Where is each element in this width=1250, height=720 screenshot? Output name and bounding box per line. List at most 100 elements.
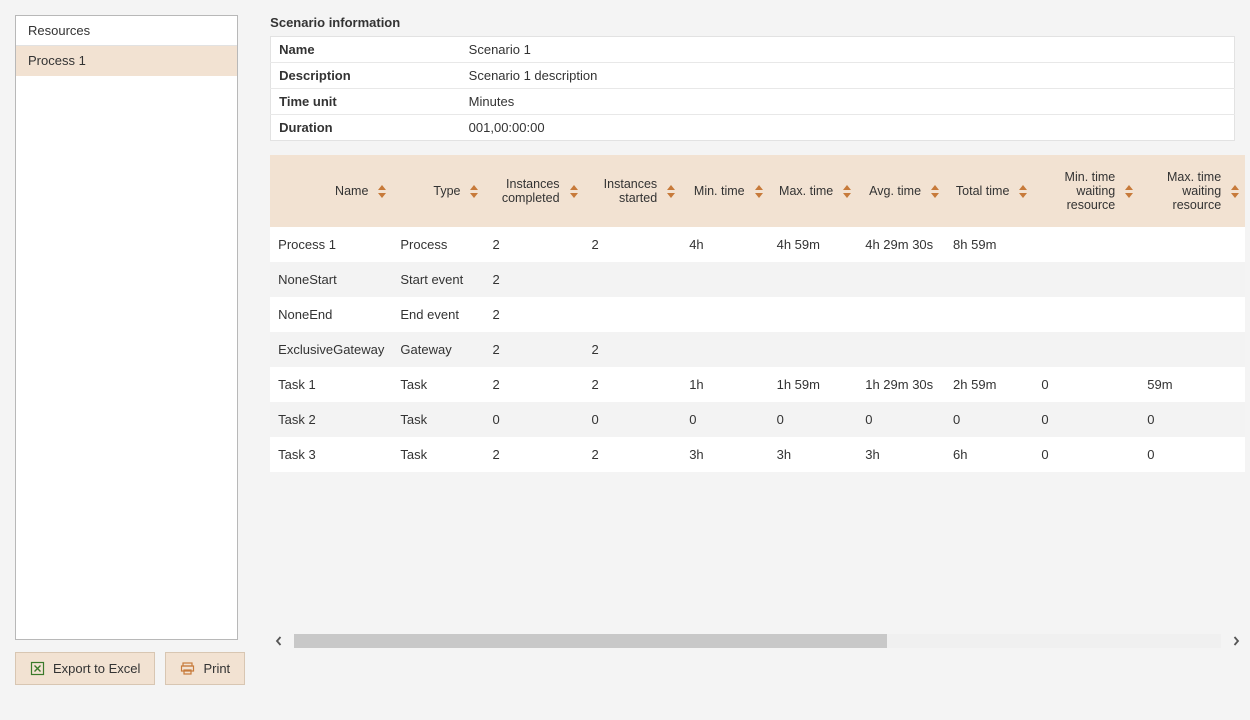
table-cell: Task 2 — [270, 402, 392, 437]
table-cell — [584, 262, 682, 297]
column-header[interactable]: Instances completed — [484, 155, 583, 227]
table-cell — [1139, 332, 1245, 367]
table-row: ExclusiveGatewayGateway22 — [270, 332, 1245, 367]
info-duration-value: 001,00:00:00 — [461, 115, 1235, 141]
table-cell: 2 — [484, 437, 583, 472]
export-button-label: Export to Excel — [53, 661, 140, 676]
sort-icon[interactable] — [1125, 185, 1133, 198]
sort-icon[interactable] — [570, 185, 578, 198]
table-cell — [857, 297, 945, 332]
sort-icon[interactable] — [470, 185, 478, 198]
table-cell — [1033, 262, 1139, 297]
table-cell: End event — [392, 297, 484, 332]
scroll-thumb[interactable] — [294, 634, 887, 648]
column-header[interactable]: Max. time waiting resource — [1139, 155, 1245, 227]
column-header-label: Instances completed — [490, 177, 559, 205]
column-header-label: Instances started — [590, 177, 658, 205]
table-cell: 0 — [1033, 367, 1139, 402]
table-cell — [945, 262, 1033, 297]
sort-icon[interactable] — [755, 185, 763, 198]
info-description-value: Scenario 1 description — [461, 63, 1235, 89]
table-cell — [769, 262, 858, 297]
scroll-track[interactable] — [294, 634, 1221, 648]
table-cell: 0 — [945, 402, 1033, 437]
bottom-buttons: Export to Excel Print — [15, 652, 245, 685]
column-header[interactable]: Name — [270, 155, 392, 227]
table-cell: 1h 29m 30s — [857, 367, 945, 402]
scroll-right-button[interactable] — [1227, 632, 1245, 650]
table-cell: 0 — [1139, 402, 1245, 437]
table-cell: 59m — [1139, 367, 1245, 402]
table-cell: Process — [392, 227, 484, 262]
table-row: NoneEndEnd event2 — [270, 297, 1245, 332]
column-header[interactable]: Type — [392, 155, 484, 227]
table-cell: NoneEnd — [270, 297, 392, 332]
table-cell: 0 — [1033, 402, 1139, 437]
sort-icon[interactable] — [843, 185, 851, 198]
table-row: Task 3Task223h3h3h6h00 — [270, 437, 1245, 472]
table-cell: 0 — [769, 402, 858, 437]
column-header-label: Type — [433, 184, 460, 198]
table-cell — [945, 297, 1033, 332]
table-cell: 2 — [484, 297, 583, 332]
table-cell: 1h — [681, 367, 768, 402]
column-header[interactable]: Total time — [945, 155, 1033, 227]
info-duration-label: Duration — [271, 115, 461, 141]
column-header[interactable]: Min. time — [681, 155, 768, 227]
table-cell — [681, 297, 768, 332]
table-row: Task 1Task221h1h 59m1h 29m 30s2h 59m059m — [270, 367, 1245, 402]
table-cell — [945, 332, 1033, 367]
print-button[interactable]: Print — [165, 652, 245, 685]
print-button-label: Print — [203, 661, 230, 676]
table-cell: 0 — [1033, 437, 1139, 472]
table-cell: 2h 59m — [945, 367, 1033, 402]
table-cell — [1033, 332, 1139, 367]
column-header[interactable]: Min. time waiting resource — [1033, 155, 1139, 227]
sort-icon[interactable] — [1231, 185, 1239, 198]
sort-icon[interactable] — [667, 185, 675, 198]
scroll-left-button[interactable] — [270, 632, 288, 650]
table-row: Task 2Task00000000 — [270, 402, 1245, 437]
export-to-excel-button[interactable]: Export to Excel — [15, 652, 155, 685]
table-cell: 6h — [945, 437, 1033, 472]
table-cell: 0 — [484, 402, 583, 437]
table-cell: 3h — [681, 437, 768, 472]
table-cell: 4h 59m — [769, 227, 858, 262]
column-header-label: Min. time — [694, 184, 745, 198]
table-cell — [681, 262, 768, 297]
table-cell: 2 — [484, 332, 583, 367]
section-title: Scenario information — [270, 15, 1235, 30]
sort-icon[interactable] — [931, 185, 939, 198]
table-cell — [769, 332, 858, 367]
table-row: NoneStartStart event2 — [270, 262, 1245, 297]
table-cell — [1033, 227, 1139, 262]
table-cell: 3h — [769, 437, 858, 472]
table-cell: 3h — [857, 437, 945, 472]
horizontal-scrollbar — [270, 632, 1245, 650]
sort-icon[interactable] — [1019, 185, 1027, 198]
column-header[interactable]: Avg. time — [857, 155, 945, 227]
column-header-label: Total time — [956, 184, 1010, 198]
table-cell — [681, 332, 768, 367]
sidebar-item-process-1[interactable]: Process 1 — [16, 46, 237, 76]
column-header[interactable]: Instances started — [584, 155, 682, 227]
info-description-label: Description — [271, 63, 461, 89]
table-cell: Process 1 — [270, 227, 392, 262]
table-cell — [584, 297, 682, 332]
table-cell — [1139, 262, 1245, 297]
table-cell: Task 3 — [270, 437, 392, 472]
results-table: Name Type Instances completed Instances sta… — [270, 155, 1245, 472]
column-header[interactable]: Max. time — [769, 155, 858, 227]
column-header-label: Name — [335, 184, 368, 198]
table-row: Process 1Process224h4h 59m4h 29m 30s8h 5… — [270, 227, 1245, 262]
scenario-info-table: Name Scenario 1 Description Scenario 1 d… — [270, 36, 1235, 141]
table-cell: ExclusiveGateway — [270, 332, 392, 367]
info-timeunit-value: Minutes — [461, 89, 1235, 115]
table-cell — [1139, 227, 1245, 262]
sidebar-item-label: Process 1 — [28, 53, 86, 68]
table-cell: Task — [392, 367, 484, 402]
sort-icon[interactable] — [378, 185, 386, 198]
sidebar-item-resources[interactable]: Resources — [16, 16, 237, 46]
table-cell: 4h — [681, 227, 768, 262]
results-table-wrap: Name Type Instances completed Instances sta… — [270, 155, 1245, 472]
